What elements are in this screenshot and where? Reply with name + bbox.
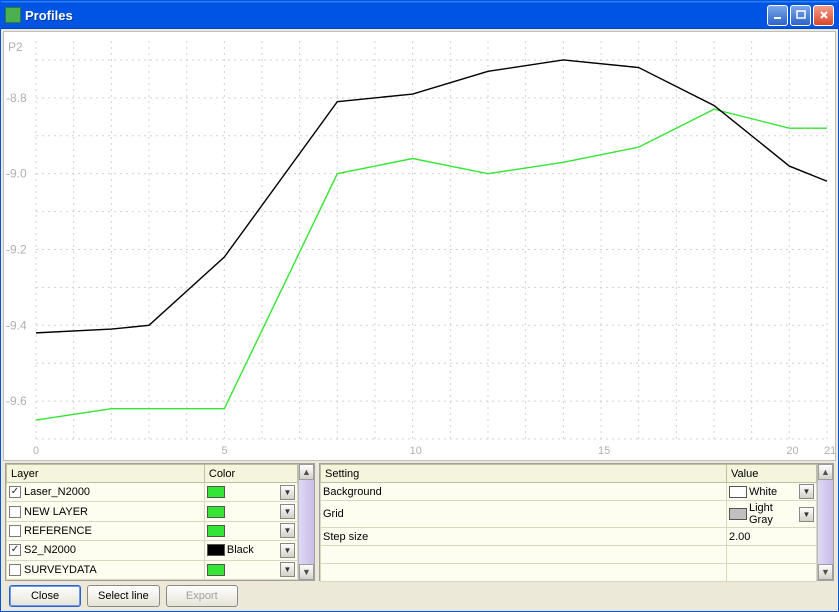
scroll-down-button[interactable]: ▼ (299, 564, 314, 580)
svg-text:-9.4: -9.4 (6, 318, 27, 332)
layer-panel: Layer Color ✓ Laser_N2000 ▼ (5, 463, 315, 581)
svg-text:0: 0 (33, 445, 39, 457)
setting-name: Grid (321, 501, 727, 528)
svg-text:-8.8: -8.8 (6, 91, 27, 105)
layer-checkbox[interactable] (9, 525, 21, 537)
layer-name: SURVEYDATA (24, 564, 97, 576)
chevron-down-icon[interactable]: ▼ (799, 507, 814, 522)
settings-row[interactable]: Background White ▼ (321, 483, 817, 501)
layer-name: NEW LAYER (24, 506, 88, 518)
client-area: -8.8 -9.0 -9.2 -9.4 -9.6 0 5 10 15 20 21 P2 Layer C… (1, 29, 838, 611)
maximize-icon (796, 10, 806, 20)
window-title: Profiles (25, 8, 767, 23)
color-combo[interactable]: ▼ (207, 562, 295, 577)
layer-checkbox[interactable] (9, 564, 21, 576)
svg-text:-9.6: -9.6 (6, 394, 27, 408)
svg-text:P2: P2 (8, 40, 23, 54)
color-combo[interactable]: ▼ (207, 485, 295, 500)
color-swatch (729, 486, 747, 498)
settings-row-empty (321, 546, 817, 564)
settings-panel: Setting Value Background White ▼ Grid Li… (319, 463, 834, 581)
chevron-down-icon[interactable]: ▼ (280, 543, 295, 558)
settings-table: Setting Value Background White ▼ Grid Li… (320, 464, 817, 582)
svg-text:-9.2: -9.2 (6, 242, 27, 256)
settings-header-setting[interactable]: Setting (321, 465, 727, 483)
app-icon (5, 7, 21, 23)
color-combo[interactable]: Black ▼ (207, 543, 295, 558)
layer-scrollbar[interactable]: ▲ ▼ (298, 464, 314, 580)
scroll-up-button[interactable]: ▲ (818, 464, 833, 480)
settings-header-value[interactable]: Value (727, 465, 817, 483)
setting-value: Light Gray (747, 502, 799, 526)
minimize-icon (773, 10, 783, 20)
close-icon (819, 10, 829, 20)
minimize-button[interactable] (767, 5, 788, 26)
select-line-button[interactable]: Select line (87, 585, 160, 607)
layer-row[interactable]: ✓ S2_N2000 Black ▼ (7, 541, 298, 560)
color-swatch (207, 525, 225, 537)
window-controls (767, 5, 834, 26)
close-window-button[interactable] (813, 5, 834, 26)
settings-row-empty (321, 564, 817, 582)
svg-text:21: 21 (824, 445, 835, 457)
layer-checkbox[interactable] (9, 506, 21, 518)
color-combo[interactable]: ▼ (207, 523, 295, 538)
layer-row[interactable]: REFERENCE ▼ (7, 521, 298, 540)
scroll-up-button[interactable]: ▲ (299, 464, 314, 480)
color-name: Black (225, 544, 280, 556)
titlebar[interactable]: Profiles (1, 1, 838, 29)
color-swatch (207, 544, 225, 556)
layer-name: REFERENCE (24, 525, 92, 537)
layer-header-layer[interactable]: Layer (7, 465, 205, 483)
svg-text:15: 15 (598, 445, 610, 457)
layer-row[interactable]: ✓ Laser_N2000 ▼ (7, 483, 298, 502)
layer-checkbox[interactable]: ✓ (9, 486, 21, 498)
profile-chart: -8.8 -9.0 -9.2 -9.4 -9.6 0 5 10 15 20 21 P2 (4, 32, 835, 460)
color-combo[interactable]: ▼ (207, 504, 295, 519)
layer-header-color[interactable]: Color (204, 465, 297, 483)
settings-row[interactable]: Grid Light Gray ▼ (321, 501, 817, 528)
settings-row[interactable]: Step size2.00 (321, 528, 817, 546)
layer-name: Laser_N2000 (24, 486, 90, 498)
setting-value[interactable]: 2.00 (729, 531, 750, 543)
layer-row[interactable]: SURVEYDATA ▼ (7, 560, 298, 579)
chevron-down-icon[interactable]: ▼ (280, 562, 295, 577)
settings-scrollbar[interactable]: ▲ ▼ (817, 464, 833, 580)
chevron-down-icon[interactable]: ▼ (280, 485, 295, 500)
maximize-button[interactable] (790, 5, 811, 26)
chart-area[interactable]: -8.8 -9.0 -9.2 -9.4 -9.6 0 5 10 15 20 21 P2 (3, 31, 836, 461)
close-button[interactable]: Close (9, 585, 81, 607)
layer-row[interactable]: NEW LAYER ▼ (7, 502, 298, 521)
color-swatch (207, 486, 225, 498)
panels-row: Layer Color ✓ Laser_N2000 ▼ (1, 463, 838, 581)
scroll-track[interactable] (299, 480, 314, 564)
setting-name: Background (321, 483, 727, 501)
setting-value-combo[interactable]: Light Gray ▼ (729, 502, 814, 526)
svg-text:20: 20 (786, 445, 798, 457)
svg-text:5: 5 (221, 445, 227, 457)
setting-name: Step size (321, 528, 727, 546)
color-swatch (729, 508, 747, 520)
scroll-track[interactable] (818, 480, 833, 564)
color-swatch (207, 506, 225, 518)
scroll-down-button[interactable]: ▼ (818, 564, 833, 580)
profiles-window: Profiles -8.8 -9.0 -9.2 -9.4 -9.6 0 5 10 15 20 21 P… (0, 0, 839, 612)
setting-value-combo[interactable]: White ▼ (729, 484, 814, 499)
chevron-down-icon[interactable]: ▼ (280, 504, 295, 519)
svg-text:10: 10 (410, 445, 422, 457)
bottom-toolbar: Close Select line Export (1, 581, 838, 611)
setting-value: White (747, 486, 799, 498)
chevron-down-icon[interactable]: ▼ (280, 523, 295, 538)
layer-name: S2_N2000 (24, 544, 76, 556)
layer-table: Layer Color ✓ Laser_N2000 ▼ (6, 464, 298, 580)
chevron-down-icon[interactable]: ▼ (799, 484, 814, 499)
color-swatch (207, 564, 225, 576)
export-button[interactable]: Export (166, 585, 238, 607)
svg-text:-9.0: -9.0 (6, 167, 27, 181)
layer-checkbox[interactable]: ✓ (9, 544, 21, 556)
